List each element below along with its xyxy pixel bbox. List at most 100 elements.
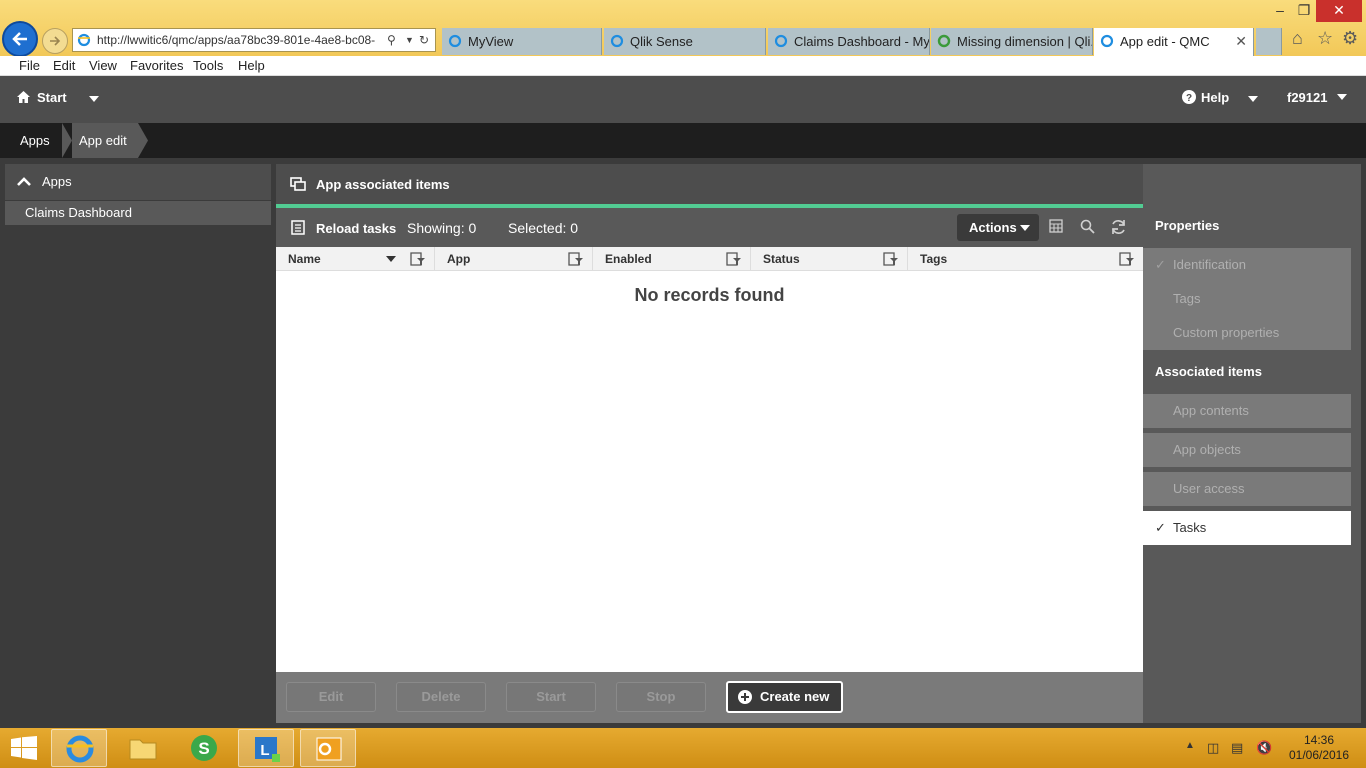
browser-chrome: – ❐ ✕ http://lwwitic6/qmc/apps/aa78bc39-…	[0, 0, 1366, 57]
column-header-tags[interactable]: Tags	[908, 247, 1143, 271]
column-label: Status	[763, 252, 800, 266]
left-panel: Apps Claims Dashboard	[5, 164, 271, 225]
refresh-icon[interactable]	[1110, 219, 1127, 235]
column-label: Name	[288, 252, 321, 266]
column-selector-icon[interactable]	[1049, 219, 1063, 233]
clock-time: 14:36	[1303, 733, 1335, 747]
close-window-button[interactable]: ✕	[1316, 0, 1362, 22]
menu-favorites[interactable]: Favorites	[130, 58, 183, 73]
chevron-down-icon[interactable]	[1248, 96, 1258, 102]
breadcrumb-separator	[62, 123, 72, 158]
check-icon: ✓	[1155, 520, 1166, 535]
breadcrumb-apps[interactable]: Apps	[0, 123, 62, 158]
nav-label[interactable]: Custom properties	[1173, 316, 1279, 350]
user-label: f29121	[1287, 90, 1328, 105]
taskbar-internet-explorer[interactable]	[51, 729, 107, 767]
menu-edit[interactable]: Edit	[53, 58, 75, 73]
filter-icon[interactable]	[883, 252, 899, 266]
filter-icon[interactable]	[726, 252, 742, 266]
stop-task-button[interactable]: Stop	[616, 682, 706, 712]
actions-label: Actions	[969, 220, 1017, 235]
close-tab-icon[interactable]: ✕	[1235, 28, 1247, 55]
help-button[interactable]: ? Help	[1182, 90, 1229, 105]
menu-bar: File Edit View Favorites Tools Help	[0, 56, 1366, 76]
browser-tab-qlik-sense[interactable]: Qlik Sense	[604, 28, 766, 55]
svg-text:S: S	[198, 739, 209, 758]
start-label: Start	[37, 90, 67, 105]
minimize-button[interactable]: –	[1268, 0, 1292, 22]
new-tab-button[interactable]	[1256, 28, 1282, 55]
browser-tab-claims-dashboard[interactable]: Claims Dashboard - My...	[768, 28, 930, 55]
chevron-up-icon[interactable]: ▲	[1185, 740, 1195, 751]
taskbar-outlook[interactable]	[300, 729, 356, 767]
volume-muted-icon[interactable]: 🔇	[1256, 740, 1272, 756]
forward-button[interactable]	[42, 28, 68, 54]
folder-icon	[129, 739, 157, 760]
edit-button[interactable]: Edit	[286, 682, 376, 712]
taskbar-lync[interactable]: L	[238, 729, 294, 767]
start-button[interactable]: Start	[16, 90, 67, 105]
nav-identification[interactable]: ✓ Identification Tags Custom properties	[1143, 248, 1351, 350]
nav-user-access[interactable]: User access	[1143, 472, 1351, 506]
start-task-button[interactable]: Start	[506, 682, 596, 712]
browser-tab-app-edit-qmc[interactable]: App edit - QMC ✕	[1094, 28, 1254, 56]
browser-tab-myview[interactable]: MyView	[442, 28, 602, 55]
gear-icon[interactable]: ⚙	[1342, 28, 1358, 49]
browser-tab-missing-dimension[interactable]: Missing dimension | Qli...	[931, 28, 1093, 55]
associated-items-panel: App associated items Reload tasks Showin…	[276, 164, 1143, 723]
system-clock[interactable]: 14:36 01/06/2016	[1284, 733, 1354, 763]
filter-icon[interactable]	[1119, 252, 1135, 266]
column-header-app[interactable]: App	[435, 247, 593, 271]
search-icon[interactable]	[1080, 219, 1095, 234]
chevron-down-icon[interactable]: ▼	[405, 29, 414, 51]
nav-app-contents[interactable]: App contents	[1143, 394, 1351, 428]
menu-help[interactable]: Help	[238, 58, 265, 73]
menu-tools[interactable]: Tools	[193, 58, 223, 73]
breadcrumb-app-edit[interactable]: App edit	[72, 123, 138, 158]
delete-button[interactable]: Delete	[396, 682, 486, 712]
left-panel-title: Apps	[42, 174, 72, 189]
ie-page-icon	[774, 34, 788, 48]
network-icon[interactable]: ▤	[1231, 740, 1243, 756]
power-icon[interactable]: ◫	[1207, 740, 1219, 756]
windows-start-icon[interactable]	[11, 736, 37, 760]
svg-text:L: L	[260, 742, 269, 759]
menu-view[interactable]: View	[89, 58, 117, 73]
tab-label: Qlik Sense	[630, 34, 693, 49]
user-menu-button[interactable]: f29121	[1287, 90, 1348, 105]
column-header-enabled[interactable]: Enabled	[593, 247, 751, 271]
search-icon[interactable]: ⚲	[387, 29, 396, 51]
address-bar[interactable]: http://lwwitic6/qmc/apps/aa78bc39-801e-4…	[72, 28, 436, 52]
column-label: Enabled	[605, 252, 652, 266]
back-button[interactable]	[2, 21, 38, 57]
column-label: Tags	[920, 252, 948, 266]
column-header-name[interactable]: Name	[276, 247, 435, 271]
action-footer: Edit Delete Start Stop Create new	[276, 672, 1143, 723]
favorites-star-icon[interactable]: ☆	[1317, 28, 1333, 49]
column-header-status[interactable]: Status	[751, 247, 908, 271]
apps-collapse-header[interactable]: Apps	[5, 164, 271, 200]
refresh-icon[interactable]: ↻	[419, 29, 429, 51]
chevron-up-icon	[17, 177, 31, 186]
maximize-button[interactable]: ❐	[1292, 0, 1316, 22]
actions-button[interactable]: Actions	[957, 214, 1039, 241]
filter-icon[interactable]	[410, 252, 426, 266]
outlook-icon	[316, 737, 342, 761]
internet-explorer-icon	[66, 735, 94, 763]
create-new-button[interactable]: Create new	[726, 681, 843, 713]
chevron-down-icon[interactable]	[89, 96, 99, 102]
nav-tasks[interactable]: ✓ Tasks	[1143, 511, 1351, 545]
filter-icon[interactable]	[568, 252, 584, 266]
associated-items-icon	[290, 177, 306, 191]
taskbar-file-explorer[interactable]	[115, 729, 171, 767]
taskbar-qlik-sense[interactable]: S	[176, 729, 232, 767]
left-panel-item-claims-dashboard[interactable]: Claims Dashboard	[5, 201, 271, 225]
sort-down-icon[interactable]	[386, 256, 396, 262]
lync-icon: L	[255, 737, 280, 762]
home-icon[interactable]: ⌂	[1292, 28, 1303, 49]
nav-app-objects[interactable]: App objects	[1143, 433, 1351, 467]
plus-circle-icon	[738, 690, 752, 704]
nav-label[interactable]: Tags	[1173, 282, 1200, 316]
ie-page-icon	[77, 33, 91, 47]
menu-file[interactable]: File	[19, 58, 40, 73]
